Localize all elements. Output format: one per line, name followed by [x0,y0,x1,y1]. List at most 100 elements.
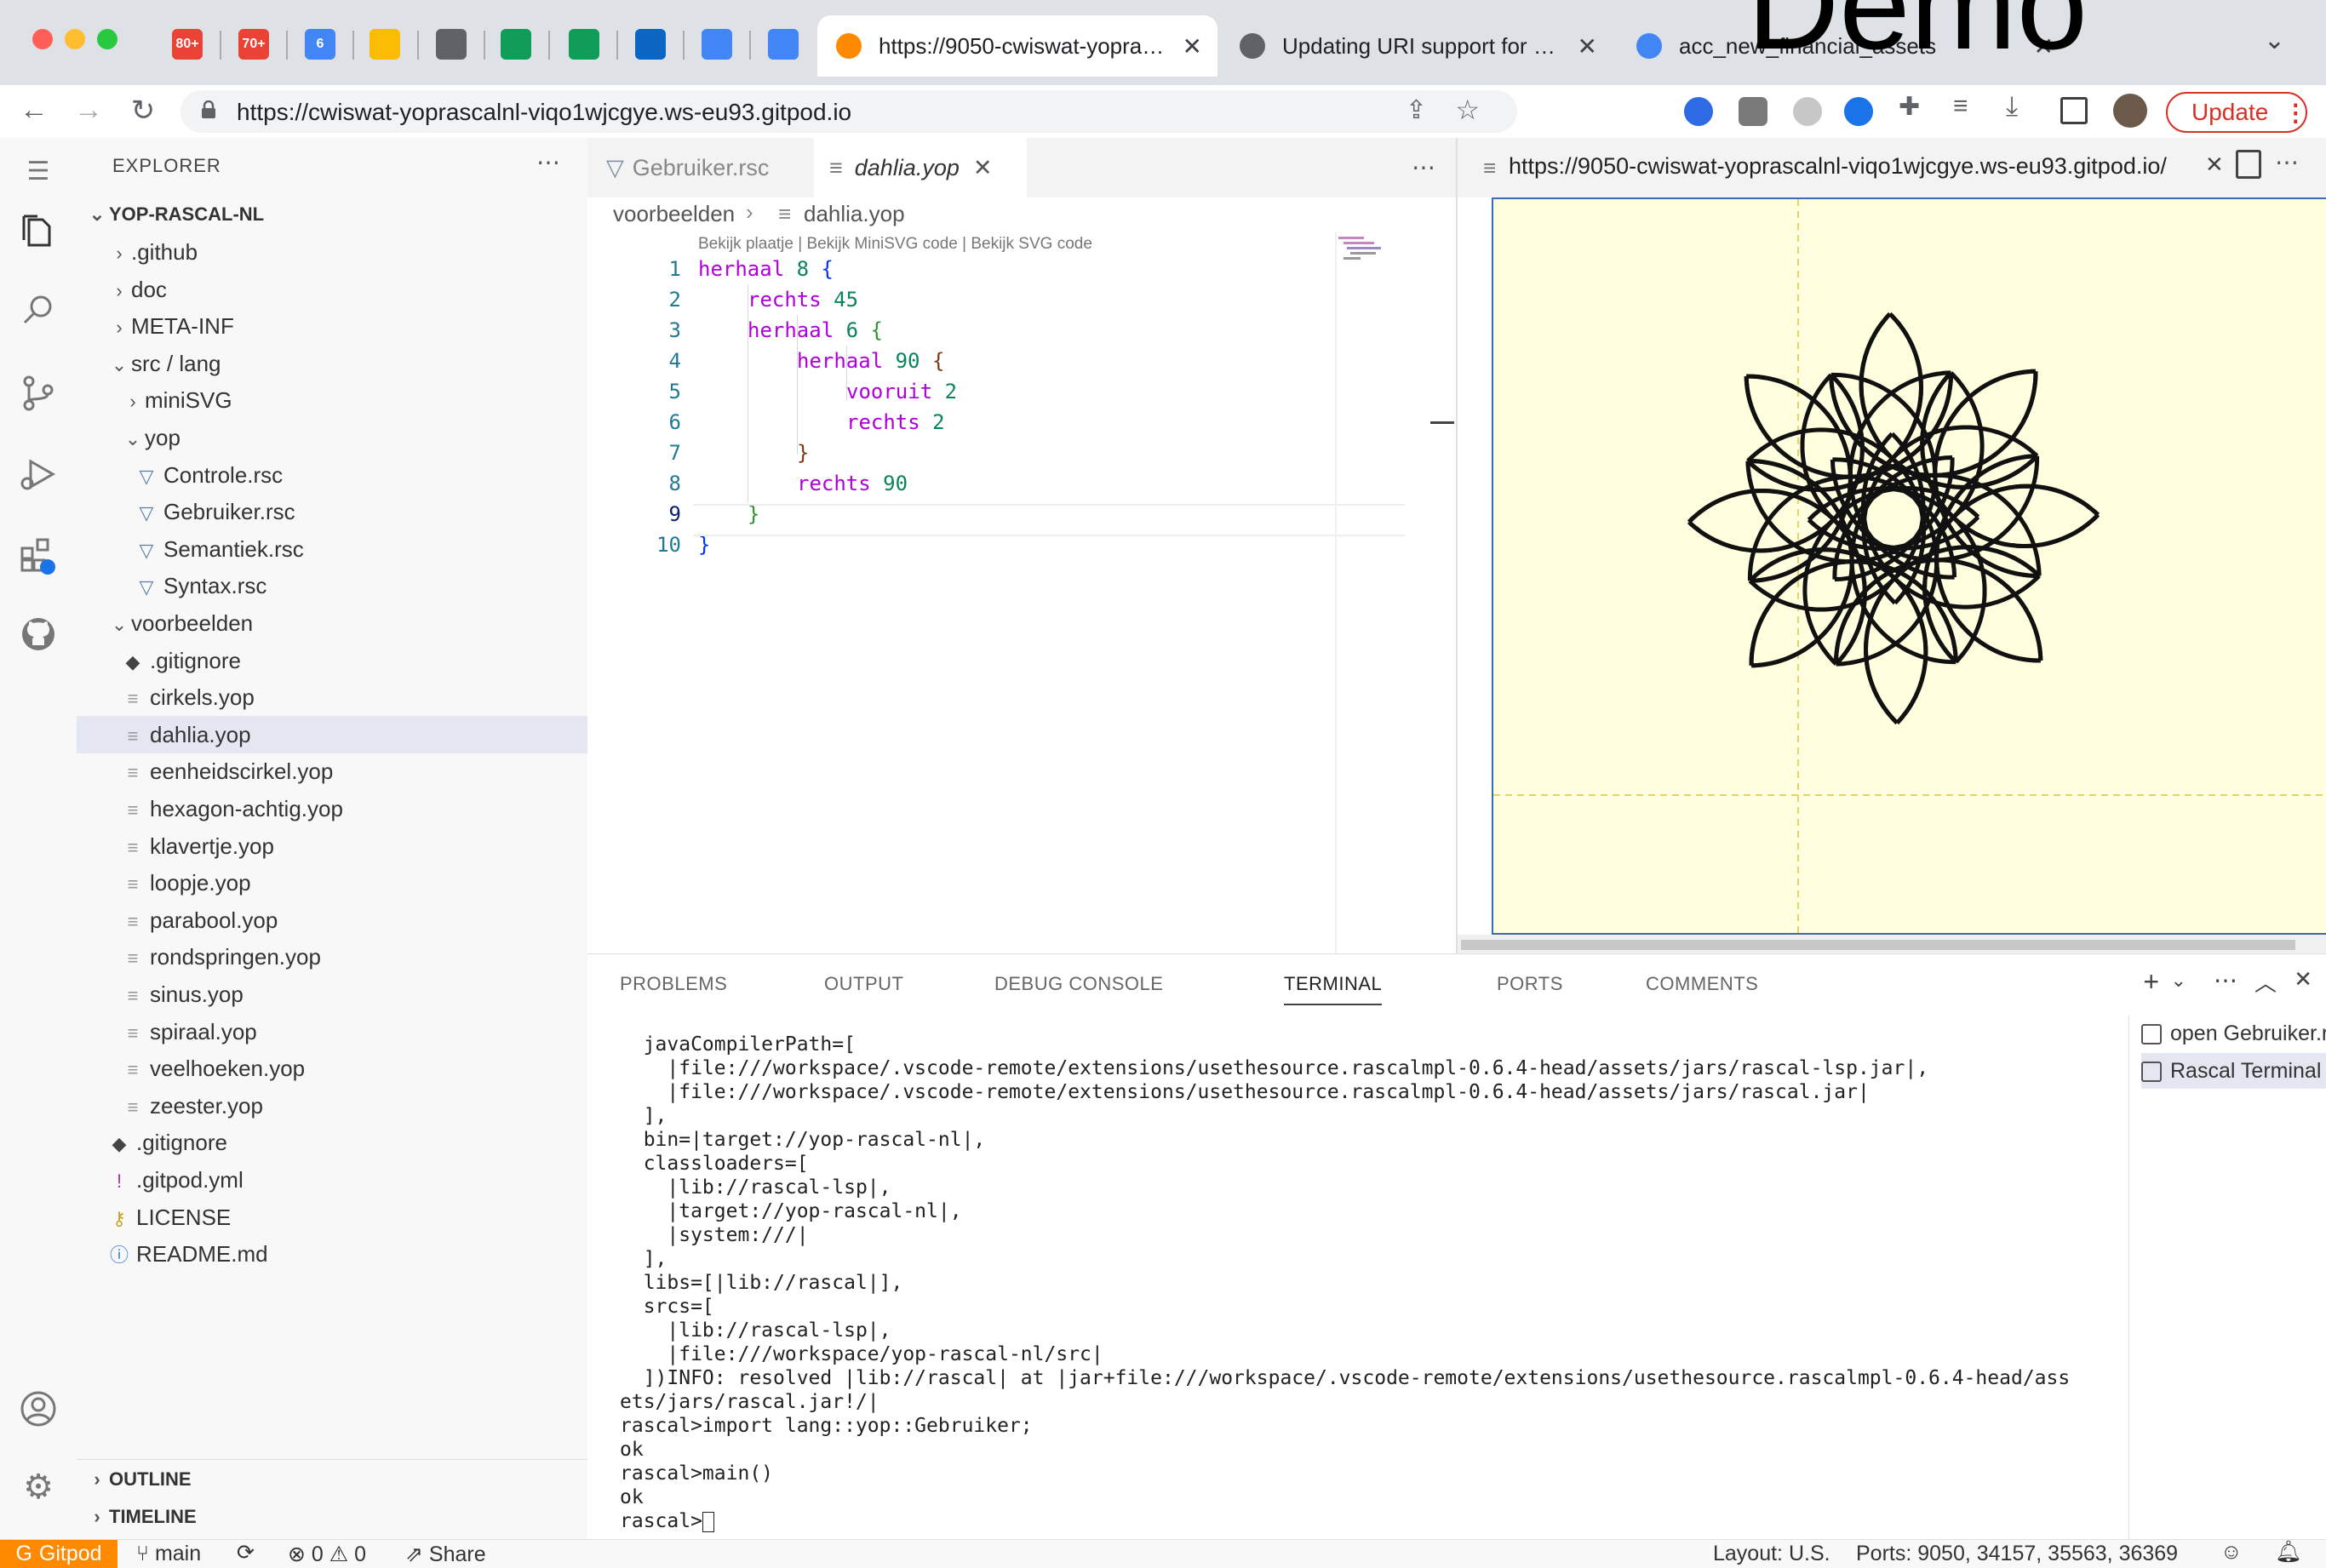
puzzle-extensions-icon[interactable]: ✚ [1899,92,1928,121]
sync-icon[interactable]: ⟳ [237,1540,255,1565]
tree-file[interactable]: ▽ Syntax.rsc [77,567,587,604]
media-control-icon[interactable]: ≡ [1953,92,1982,121]
settings-gear-icon[interactable]: ⚙ [19,1468,58,1507]
source-control-icon[interactable] [19,373,58,412]
tab-gebruiker-rsc[interactable]: ▽ Gebruiker.rsc [587,138,812,197]
tab-search-icon[interactable]: ⌄ [2264,26,2285,55]
ports-indicator[interactable]: Ports: 9050, 34157, 35563, 36369 [1856,1542,2178,1566]
docs-icon[interactable] [702,29,732,60]
calendar-icon[interactable]: 6 [305,29,335,60]
tree-file[interactable]: ≡ loopje.yop [77,864,587,901]
github-icon[interactable] [19,615,58,654]
timeline-section[interactable]: › TIMELINE [77,1498,587,1536]
download-icon[interactable]: ⤓ [2006,90,2035,121]
share-icon[interactable]: ⇪ [1406,95,1427,125]
gmail-icon[interactable]: 80+ [172,29,203,60]
update-button[interactable]: Update ⋮ [2166,92,2307,133]
split-editor-icon[interactable] [2236,150,2261,179]
outline-section[interactable]: › OUTLINE [77,1461,587,1498]
tree-folder[interactable]: › miniSVG [77,381,587,419]
chevron-down-icon[interactable]: ⌄ [2171,970,2186,992]
zoom-extension-icon[interactable] [1684,97,1713,126]
notifications-bell-icon[interactable]: 🔔︎ [2275,1540,2302,1565]
extensions-icon[interactable] [19,536,58,575]
tree-file[interactable]: ▽ Semantiek.rsc [77,530,587,568]
minimap[interactable] [1338,233,1398,267]
close-window-button[interactable] [32,29,53,49]
tree-file[interactable]: ≡ hexagon-achtig.yop [77,790,587,827]
share-indicator[interactable]: ⇗ Share [405,1542,486,1567]
run-debug-icon[interactable] [19,455,58,494]
preview-tab-title[interactable]: https://9050-cwiswat-yoprascalnl-viqo1wj… [1509,153,2198,180]
sheets-icon[interactable] [501,29,531,60]
tree-folder[interactable]: ⌄ src / lang [77,345,587,382]
tree-folder[interactable]: › doc [77,271,587,308]
account-icon[interactable] [19,1389,58,1428]
tree-folder[interactable]: ⌄ voorbeelden [77,604,587,642]
panel-tab-ports[interactable]: PORTS [1497,973,1563,995]
tree-file[interactable]: ≡ veelhoeken.yop [77,1050,587,1087]
close-tab-icon[interactable]: ✕ [973,155,993,181]
tree-folder[interactable]: › META-INF [77,307,587,345]
linkedin-icon[interactable] [635,29,666,60]
forward-icon[interactable]: → [72,94,106,127]
problems-indicator[interactable]: ⊗ 0 ⚠ 0 [288,1542,366,1567]
breadcrumb-folder[interactable]: voorbeelden [613,201,735,227]
gmail-icon[interactable]: 70+ [238,29,269,60]
tree-folder[interactable]: › .github [77,233,587,271]
tree-file[interactable]: ▽ Gebruiker.rsc [77,493,587,530]
new-terminal-icon[interactable]: + [2143,966,2159,998]
docs-icon[interactable] [768,29,799,60]
back-icon[interactable]: ← [17,94,51,127]
extension-icon[interactable] [1844,97,1873,126]
minimize-window-button[interactable] [65,29,85,49]
panel-tab-output[interactable]: OUTPUT [824,973,903,995]
explorer-icon[interactable] [19,211,58,250]
tree-file[interactable]: ◆ .gitignore [77,642,587,679]
code-editor[interactable]: Bekijk plaatje | Bekijk MiniSVG code | B… [587,232,1456,953]
close-tab-icon[interactable]: ✕ [2205,152,2224,178]
explorer-more-icon[interactable]: ⋯ [536,148,560,176]
tree-file[interactable]: ≡ rondspringen.yop [77,938,587,976]
panel-tab-problems[interactable]: PROBLEMS [620,973,727,995]
editor-more-icon[interactable]: ⋯ [1412,153,1435,181]
tree-file[interactable]: ≡ spiraal.yop [77,1013,587,1050]
tab-dahlia-yop[interactable]: ≡ dahlia.yop ✕ [814,138,1027,197]
panel-more-icon[interactable]: ⋯ [2214,966,2237,994]
tree-file[interactable]: ⓘ README.md [77,1235,587,1273]
terminal-list-item[interactable]: Rascal Terminal [2141,1053,2326,1089]
drive-icon[interactable] [370,29,400,60]
reload-icon[interactable]: ↻ [126,94,160,128]
tree-file[interactable]: ≡ eenheidscirkel.yop [77,753,587,790]
tree-folder[interactable]: ⌄ yop [77,419,587,456]
tree-file[interactable]: ≡ sinus.yop [77,976,587,1013]
side-panel-icon[interactable] [2060,97,2088,124]
url-bar[interactable]: https://cwiswat-yoprascalnl-viqo1wjcgye.… [180,90,1517,133]
feedback-icon[interactable]: ☺ [2220,1540,2243,1565]
horizontal-scrollbar[interactable] [1458,935,2326,953]
browser-tab[interactable]: https://9050-cwiswat-yoprascalnl-viqo1wj… [817,15,1217,77]
search-icon[interactable] [19,291,58,330]
browser-tab[interactable]: Updating URI support for RFC 3986 ✕ [1221,15,1613,77]
tree-file[interactable]: ≡ cirkels.yop [77,678,587,716]
terminal-list-item[interactable]: open Gebruiker.rsc [2141,1016,2326,1051]
breadcrumb-file[interactable]: dahlia.yop [804,201,905,227]
tree-file[interactable]: ◆ .gitignore [77,1124,587,1161]
globe-icon[interactable] [436,29,467,60]
tree-file[interactable]: ≡ dahlia.yop [77,715,587,753]
preview-more-icon[interactable]: ⋯ [2275,148,2299,176]
panel-tab-terminal[interactable]: TERMINAL [1284,973,1383,1005]
panel-tab-debug-console[interactable]: DEBUG CONSOLE [994,973,1163,995]
tree-file[interactable]: ! .gitpod.yml [77,1161,587,1199]
workspace-root[interactable]: ⌄ YOP-RASCAL-NL [77,196,587,233]
close-tab-icon[interactable]: ✕ [1578,32,1597,60]
menu-icon[interactable]: ☰ [19,157,58,196]
codelens-links[interactable]: Bekijk plaatje | Bekijk MiniSVG code | B… [698,235,1092,254]
terminal-output[interactable]: javaCompilerPath=[ |file:///workspace/.v… [620,1033,2289,1533]
branch-indicator[interactable]: ⑂ main [136,1542,201,1566]
avatar[interactable] [2113,94,2147,128]
tree-file[interactable]: ≡ parabool.yop [77,901,587,939]
tree-file[interactable]: ≡ klavertje.yop [77,827,587,865]
close-tab-icon[interactable]: ✕ [1183,32,1202,60]
maximize-panel-icon[interactable]: ︿ [2254,966,2277,998]
